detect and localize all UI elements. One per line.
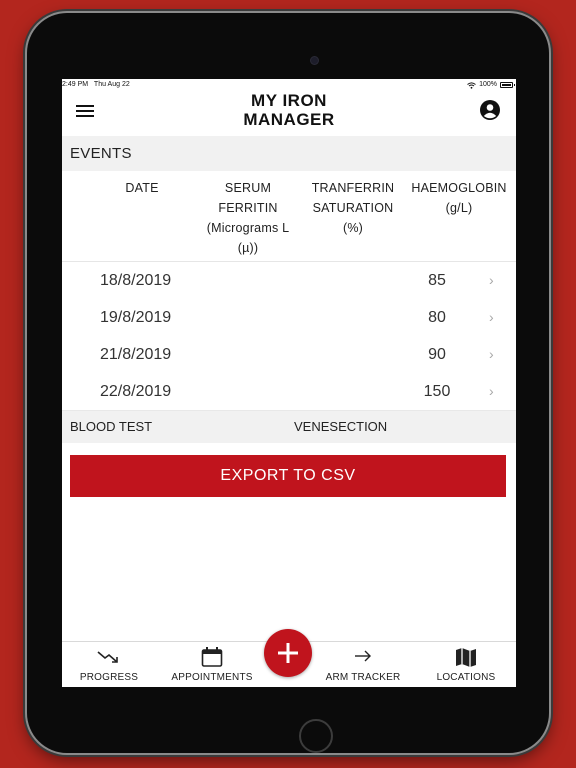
battery-icon xyxy=(500,82,515,88)
row-haemoglobin: 150 xyxy=(423,383,451,400)
column-header-haemoglobin-line2: (g/L) xyxy=(445,201,473,215)
tab-progress[interactable]: PROGRESS xyxy=(72,642,146,687)
column-header-ferritin-line3: (Micrograms L xyxy=(206,221,290,235)
column-header-ferritin-line2: FERRITIN xyxy=(218,201,278,215)
status-time: 2:49 PM xyxy=(62,81,89,88)
add-event-button[interactable] xyxy=(264,629,312,677)
tab-locations[interactable]: LOCATIONS xyxy=(428,642,504,687)
table-row[interactable]: 19/8/2019 80 › xyxy=(62,299,516,337)
page-title-line1: MY IRON xyxy=(251,91,327,110)
chevron-right-icon: › xyxy=(489,309,494,325)
row-haemoglobin: 80 xyxy=(428,309,446,326)
table-row[interactable]: 22/8/2019 150 › xyxy=(62,373,516,411)
row-haemoglobin: 90 xyxy=(428,346,446,363)
export-csv-button[interactable]: EXPORT TO CSV xyxy=(70,455,506,497)
column-header-date-label: DATE xyxy=(125,181,159,195)
events-section-header: EVENTS xyxy=(62,136,516,171)
arrow-right-icon xyxy=(355,650,371,662)
tab-progress-label: PROGRESS xyxy=(79,672,139,683)
tab-arm-tracker[interactable]: ARM TRACKER xyxy=(324,642,402,687)
status-time-date: 2:49 PM Thu Aug 22 xyxy=(62,79,130,91)
chevron-right-icon: › xyxy=(489,383,494,399)
chevron-right-icon: › xyxy=(489,346,494,362)
column-header-date: DATE xyxy=(112,178,172,198)
status-date: Thu Aug 22 xyxy=(93,81,130,88)
status-bar: 2:49 PM Thu Aug 22 100% xyxy=(62,79,516,91)
map-icon xyxy=(456,648,476,667)
column-header-ferritin: SERUM FERRITIN (Micrograms L (µ)) xyxy=(198,178,298,258)
page-title-line2: MANAGER xyxy=(243,110,335,129)
status-indicators: 100% xyxy=(467,79,515,91)
legend-bar: BLOOD TEST VENESECTION xyxy=(62,411,516,443)
tab-appointments[interactable]: APPOINTMENTS xyxy=(170,642,254,687)
home-button[interactable] xyxy=(299,719,333,753)
column-header-transferrin-line3: (%) xyxy=(342,221,364,235)
table-header: DATE SERUM FERRITIN (Micrograms L (µ)) T… xyxy=(62,171,516,262)
blood-test-label: BLOOD TEST xyxy=(70,419,153,434)
tab-appointments-label: APPOINTMENTS xyxy=(171,672,253,683)
battery-percent: 100% xyxy=(479,81,497,88)
app-screen: 2:49 PM Thu Aug 22 100% MY IRON MANAGER … xyxy=(62,79,516,687)
column-header-haemoglobin: HAEMOGLOBIN (g/L) xyxy=(406,178,512,218)
column-header-transferrin-line1: TRANFERRIN xyxy=(311,181,395,195)
calendar-icon xyxy=(201,647,223,667)
page-title: MY IRON MANAGER xyxy=(62,91,516,129)
column-header-ferritin-line4: (µ)) xyxy=(237,241,259,255)
venesection-label: VENESECTION xyxy=(294,419,388,434)
trend-down-icon xyxy=(97,651,118,663)
table-row[interactable]: 18/8/2019 85 › xyxy=(62,262,516,300)
row-date: 22/8/2019 xyxy=(100,383,172,400)
tab-locations-label: LOCATIONS xyxy=(436,672,496,683)
column-header-transferrin: TRANFERRIN SATURATION (%) xyxy=(308,178,398,238)
plus-icon xyxy=(278,643,298,663)
row-haemoglobin: 85 xyxy=(428,272,446,289)
table-row[interactable]: 21/8/2019 90 › xyxy=(62,336,516,374)
column-header-transferrin-line2: SATURATION xyxy=(312,201,394,215)
row-date: 21/8/2019 xyxy=(100,346,172,363)
tab-arm-tracker-label: ARM TRACKER xyxy=(325,672,401,683)
row-date: 18/8/2019 xyxy=(100,272,172,289)
chevron-right-icon: › xyxy=(489,272,494,288)
row-date: 19/8/2019 xyxy=(100,309,172,326)
wifi-icon xyxy=(467,81,476,89)
column-header-ferritin-line1: SERUM xyxy=(224,181,272,195)
app-header: MY IRON MANAGER xyxy=(62,91,516,136)
camera-icon xyxy=(311,57,318,64)
column-header-haemoglobin-line1: HAEMOGLOBIN xyxy=(411,181,507,195)
account-icon[interactable] xyxy=(480,100,500,120)
